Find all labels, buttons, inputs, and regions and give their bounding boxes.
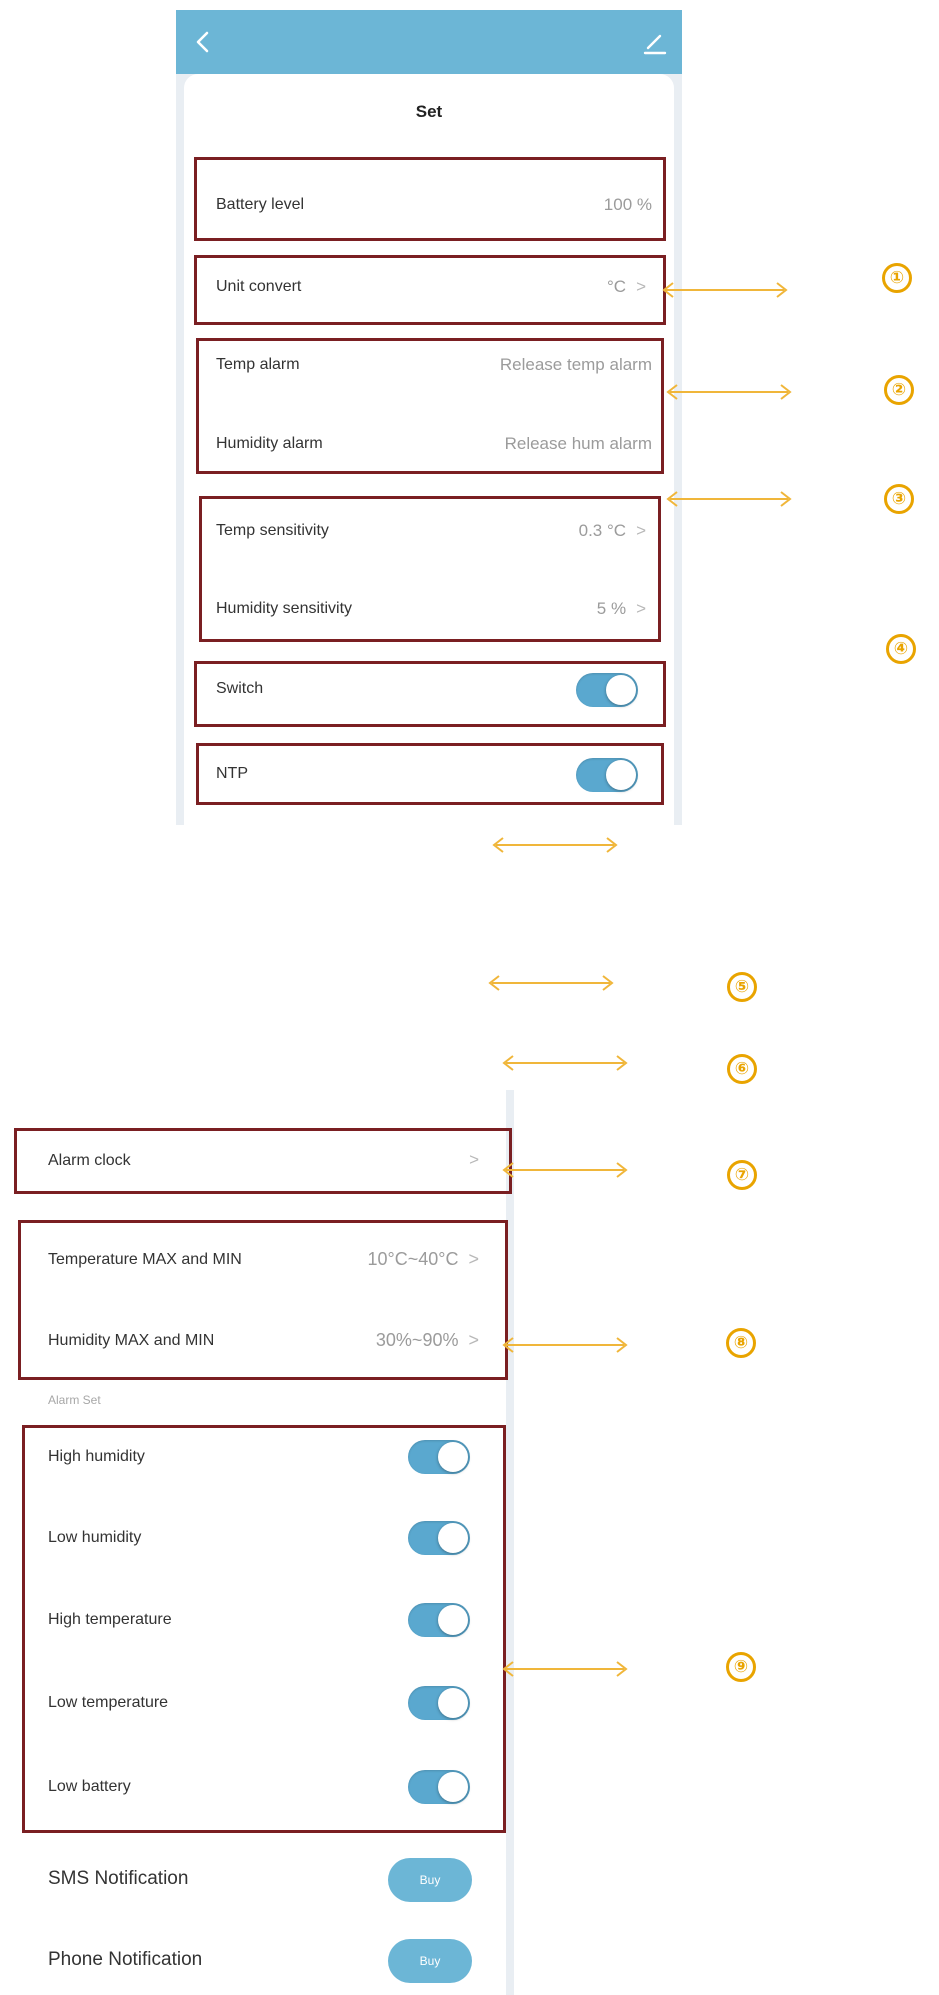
annotation-arrow-7: [503, 1162, 627, 1178]
annotation-number-8: ⑧: [726, 1328, 756, 1358]
annotation-number-2: ②: [884, 375, 914, 405]
annotation-number-1: ①: [882, 263, 912, 293]
annotation-number-4: ④: [886, 634, 916, 664]
annotation-arrow-4: [493, 837, 617, 853]
annotation-number-7: ⑦: [727, 1160, 757, 1190]
annotation-arrow-2: [667, 384, 791, 400]
annotation-arrow-6: [503, 1055, 627, 1071]
annotation-arrow-5: [489, 975, 613, 991]
annotation-arrow-9: [503, 1661, 627, 1677]
annotation-arrows: [489, 282, 791, 1677]
annotation-number-9: ⑨: [726, 1652, 756, 1682]
annotation-number-6: ⑥: [727, 1054, 757, 1084]
annotation-arrow-8: [503, 1337, 627, 1353]
annotation-arrow-1: [663, 282, 787, 298]
annotation-number-5: ⑤: [727, 972, 757, 1002]
annotation-arrow-3: [667, 491, 791, 507]
annotation-number-3: ③: [884, 484, 914, 514]
